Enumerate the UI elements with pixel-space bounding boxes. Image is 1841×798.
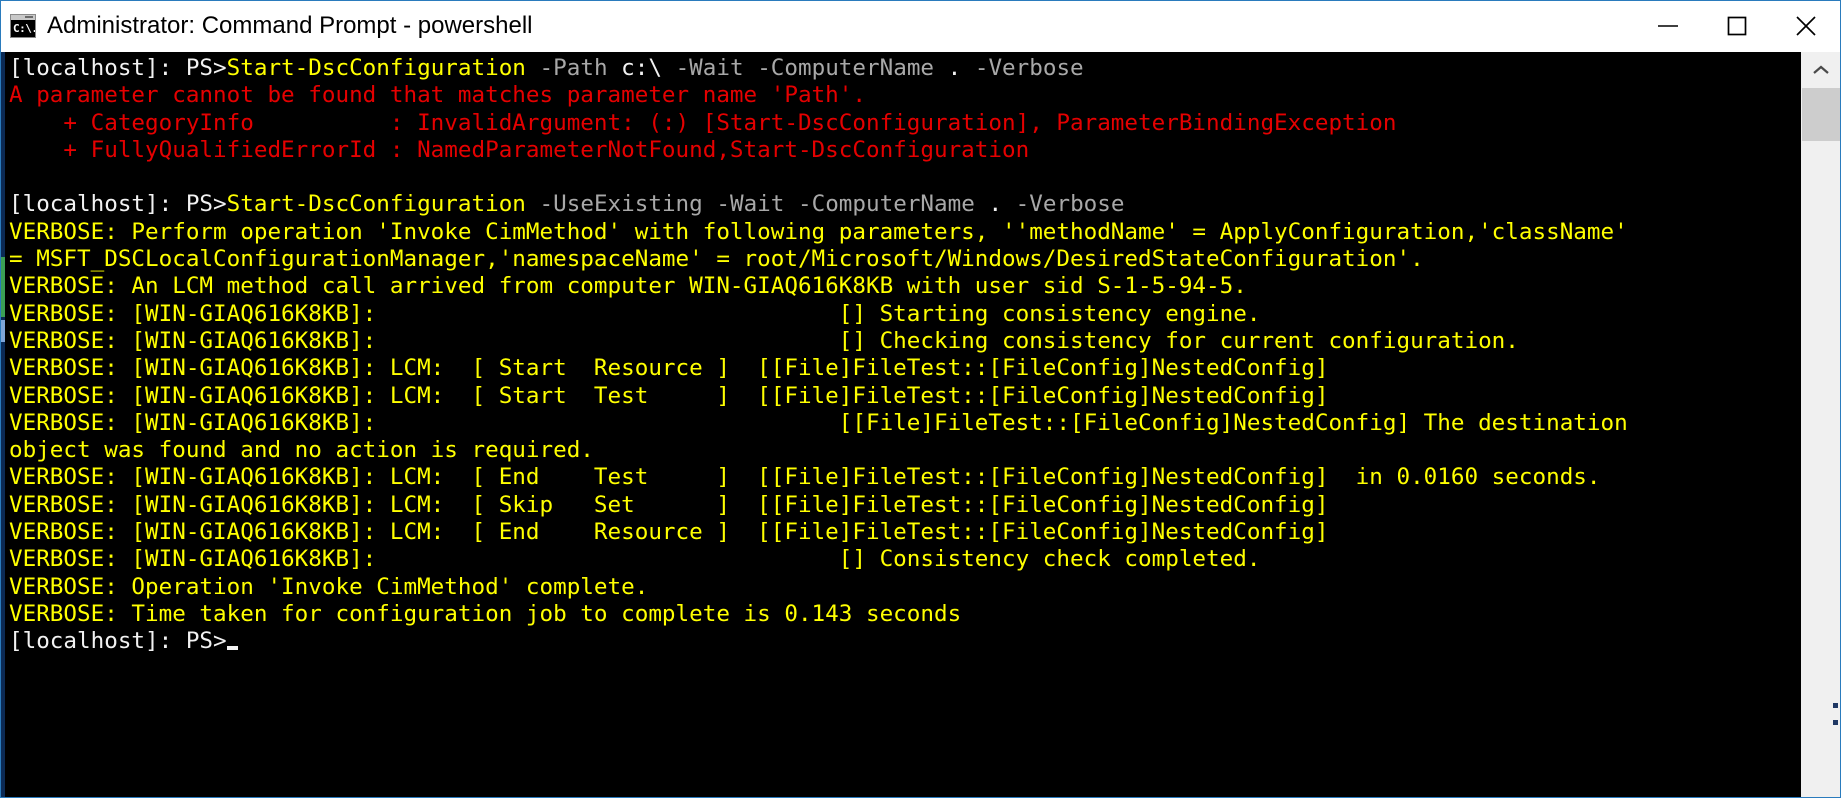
console-text: + FullyQualifiedErrorId : NamedParameter…: [9, 136, 1030, 163]
console-text: Start-DscConfiguration: [226, 55, 526, 81]
error-line-2: + CategoryInfo : InvalidArgument: (:) [S…: [9, 110, 1801, 137]
console-text: -Verbose: [1015, 191, 1125, 218]
title-bar-left: C:\. Administrator: Command Prompt - pow…: [1, 13, 533, 39]
verbose-line-14: VERBOSE: Operation 'Invoke CimMethod' co…: [9, 574, 1801, 601]
window-title: Administrator: Command Prompt - powershe…: [47, 12, 533, 39]
title-bar[interactable]: C:\. Administrator: Command Prompt - pow…: [1, 1, 1840, 52]
verbose-line-6: VERBOSE: [WIN-GIAQ616K8KB]: LCM: [ Start…: [9, 355, 1801, 382]
console-text: -Verbose: [974, 55, 1084, 81]
console-text: + CategoryInfo : InvalidArgument: (:) [S…: [9, 109, 1397, 136]
verbose-line-13: VERBOSE: [WIN-GIAQ616K8KB]: [] Consisten…: [9, 546, 1801, 573]
prompt-line-2: [localhost]: PS>Start-DscConfiguration -…: [9, 191, 1801, 218]
console-text: VERBOSE: [WIN-GIAQ616K8KB]: LCM: [ Skip …: [9, 491, 1329, 518]
verbose-line-10: VERBOSE: [WIN-GIAQ616K8KB]: LCM: [ End T…: [9, 464, 1801, 491]
console-text: A parameter cannot be found that matches…: [9, 82, 866, 109]
minimize-icon: [1657, 24, 1678, 27]
verbose-line-5: VERBOSE: [WIN-GIAQ616K8KB]: [] Checking …: [9, 328, 1801, 355]
prompt-line-1: [localhost]: PS>Start-DscConfiguration -…: [9, 55, 1801, 82]
error-line-3: + FullyQualifiedErrorId : NamedParameter…: [9, 137, 1801, 164]
blank-line-1: [9, 164, 1801, 191]
console-text: [localhost]: PS>: [9, 628, 227, 655]
left-edge-artifact-blue: [1, 320, 5, 342]
console-text: VERBOSE: [WIN-GIAQ616K8KB]: [[File]FileT…: [9, 409, 1628, 436]
console-text: -Wait: [675, 55, 744, 81]
verbose-line-2: = MSFT_DSCLocalConfigurationManager,'nam…: [9, 246, 1801, 273]
maximize-button[interactable]: [1702, 1, 1771, 50]
left-edge-artifact-green: [1, 257, 5, 317]
scroll-up-button[interactable]: [1802, 52, 1840, 88]
console-text: VERBOSE: [WIN-GIAQ616K8KB]: [] Checking …: [9, 327, 1519, 354]
verbose-line-3: VERBOSE: An LCM method call arrived from…: [9, 273, 1801, 300]
verbose-line-9: object was found and no action is requir…: [9, 437, 1801, 464]
console-text: VERBOSE: Operation 'Invoke CimMethod' co…: [9, 573, 649, 600]
console-text: c:\: [607, 55, 676, 81]
text-cursor: [226, 646, 238, 651]
prompt-line-3: [localhost]: PS>: [9, 628, 1801, 655]
console-text: VERBOSE: [WIN-GIAQ616K8KB]: LCM: [ End T…: [9, 464, 1601, 491]
close-icon: [1795, 15, 1816, 36]
verbose-line-7: VERBOSE: [WIN-GIAQ616K8KB]: LCM: [ Start…: [9, 383, 1801, 410]
console-text: object was found and no action is requir…: [9, 437, 594, 464]
console-text: VERBOSE: [WIN-GIAQ616K8KB]: LCM: [ Start…: [9, 382, 1329, 409]
scrollbar-mark: [1833, 720, 1838, 725]
console-area: [localhost]: PS>Start-DscConfiguration -…: [1, 52, 1840, 797]
verbose-line-12: VERBOSE: [WIN-GIAQ616K8KB]: LCM: [ End R…: [9, 519, 1801, 546]
chevron-up-icon: [1813, 65, 1829, 74]
console-text: -ComputerName: [757, 55, 935, 81]
console-text: [localhost]: PS>: [9, 55, 227, 81]
verbose-line-4: VERBOSE: [WIN-GIAQ616K8KB]: [] Starting …: [9, 301, 1801, 328]
command-prompt-icon: C:\.: [10, 14, 36, 38]
scrollbar-mark: [1833, 703, 1838, 708]
close-button[interactable]: [1771, 1, 1840, 50]
console-text: VERBOSE: [WIN-GIAQ616K8KB]: [] Starting …: [9, 300, 1261, 327]
verbose-line-8: VERBOSE: [WIN-GIAQ616K8KB]: [[File]FileT…: [9, 410, 1801, 437]
console-text: VERBOSE: An LCM method call arrived from…: [9, 273, 1247, 300]
console-text: .: [974, 191, 1016, 218]
scrollbar-track[interactable]: [1802, 88, 1840, 797]
error-line-1: A parameter cannot be found that matches…: [9, 82, 1801, 109]
console-text: -UseExisting: [539, 191, 703, 218]
window-left-edge: [1, 52, 5, 797]
console-text: -Path: [539, 55, 608, 81]
console-text: VERBOSE: Time taken for configuration jo…: [9, 600, 962, 627]
verbose-line-1: VERBOSE: Perform operation 'Invoke CimMe…: [9, 219, 1801, 246]
console-text: Start-DscConfiguration: [226, 191, 526, 218]
console-window: C:\. Administrator: Command Prompt - pow…: [0, 0, 1841, 798]
console-text: VERBOSE: [WIN-GIAQ616K8KB]: [] Consisten…: [9, 546, 1261, 573]
console-text: -Wait: [716, 191, 785, 218]
scrollbar-thumb[interactable]: [1802, 88, 1840, 141]
console-text: VERBOSE: [WIN-GIAQ616K8KB]: LCM: [ Start…: [9, 355, 1329, 382]
maximize-icon: [1727, 16, 1746, 35]
console-text: VERBOSE: Perform operation 'Invoke CimMe…: [9, 218, 1628, 245]
icon-prompt-glyph: C:\.: [11, 20, 35, 37]
console-text: [localhost]: PS>: [9, 191, 227, 218]
console-text: -ComputerName: [798, 191, 975, 218]
vertical-scrollbar[interactable]: [1801, 52, 1840, 797]
console-text: .: [934, 55, 975, 81]
verbose-line-15: VERBOSE: Time taken for configuration jo…: [9, 601, 1801, 628]
verbose-line-11: VERBOSE: [WIN-GIAQ616K8KB]: LCM: [ Skip …: [9, 492, 1801, 519]
minimize-button[interactable]: [1633, 1, 1702, 50]
console-text: = MSFT_DSCLocalConfigurationManager,'nam…: [9, 246, 1424, 273]
window-controls: [1633, 1, 1840, 50]
console-output[interactable]: [localhost]: PS>Start-DscConfiguration -…: [5, 52, 1801, 797]
console-text: VERBOSE: [WIN-GIAQ616K8KB]: LCM: [ End R…: [9, 519, 1329, 546]
scrollbar-marks: [1833, 703, 1838, 737]
